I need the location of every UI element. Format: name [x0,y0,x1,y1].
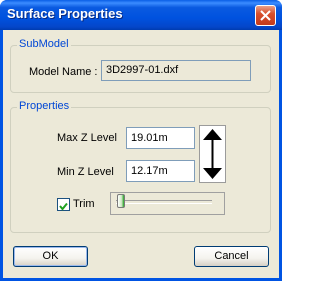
close-x-icon [260,10,271,21]
z-range-control[interactable] [199,125,226,183]
max-z-label: Max Z Level [57,132,117,144]
min-z-label: Min Z Level [57,166,114,178]
min-z-input[interactable] [126,160,195,182]
dialog-client-area: SubModel Model Name : 3D2997-01.dxf Prop… [3,30,279,278]
submodel-legend: SubModel [17,38,71,50]
model-name-field: 3D2997-01.dxf [101,60,251,81]
max-z-input[interactable] [126,127,195,149]
vertical-double-arrow-icon [203,129,222,179]
slider-thumb[interactable] [117,194,125,208]
slider-track [116,200,212,204]
close-button[interactable] [255,5,276,26]
checkmark-icon [59,202,68,211]
window-title: Surface Properties [7,6,123,21]
properties-legend: Properties [17,100,72,112]
cancel-button[interactable]: Cancel [194,246,269,267]
trim-checkbox[interactable] [57,198,70,211]
model-name-label: Model Name : [29,66,98,78]
title-bar[interactable]: Surface Properties [0,0,282,30]
trim-label: Trim [73,198,95,210]
trim-slider[interactable] [110,192,225,215]
dialog-window: Surface Properties SubModel Model Name :… [0,0,282,281]
ok-button[interactable]: OK [13,246,88,267]
